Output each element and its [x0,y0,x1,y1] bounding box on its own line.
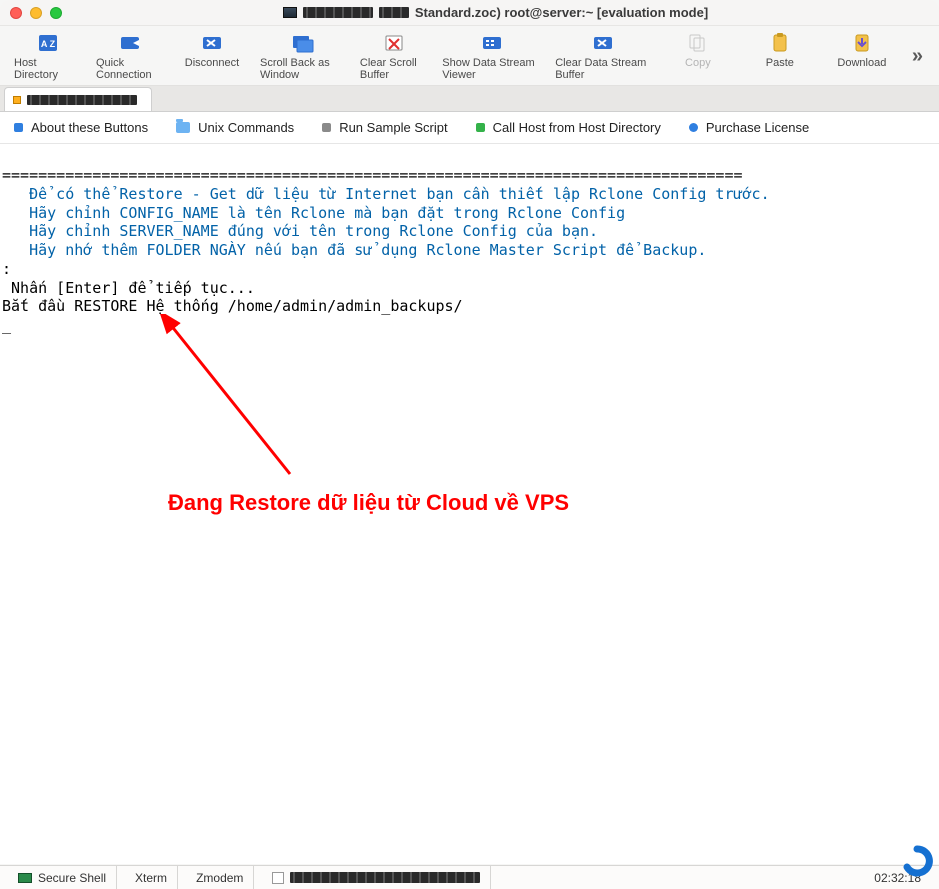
tab-strip [0,86,939,112]
terminal-line: Để có thể Restore - Get dữ liệu từ Inter… [0,185,939,260]
tab-status-icon [13,96,21,104]
status-shell[interactable]: Secure Shell [8,866,117,889]
host-directory-button[interactable]: A Z Host Directory [8,30,88,83]
scroll-back-button[interactable]: Scroll Back as Window [254,30,352,83]
download-button[interactable]: Download [822,30,902,71]
toolbar-label: Copy [685,57,711,69]
toolbar-label: Clear Scroll Buffer [360,57,428,81]
bullet-icon [322,123,331,132]
status-checkbox[interactable] [262,866,491,889]
monitor-icon [18,873,32,883]
toolbar-overflow-icon[interactable]: » [904,39,931,74]
purchase-license-link[interactable]: Purchase License [689,120,809,135]
terminal-rule: ========================================… [0,166,939,185]
obscured-text [290,872,480,883]
close-icon[interactable] [10,7,22,19]
about-buttons-link[interactable]: About these Buttons [14,120,148,135]
window-controls [10,7,62,19]
status-label: Secure Shell [38,871,106,885]
clear-scroll-button[interactable]: Clear Scroll Buffer [354,30,434,83]
toolbar-label: Scroll Back as Window [260,57,346,81]
download-icon [848,32,876,54]
quicklink-label: Run Sample Script [339,120,447,135]
toolbar-label: Quick Connection [96,57,164,81]
toolbar-label: Paste [766,57,794,69]
bullet-icon [476,123,485,132]
quicklink-label: Call Host from Host Directory [493,120,661,135]
annotation-text: Đang Restore dữ liệu từ Cloud về VPS [168,489,569,517]
session-tab[interactable] [4,87,152,111]
quicklink-label: Unix Commands [198,120,294,135]
quick-connection-icon [116,32,144,54]
show-data-stream-icon [478,32,506,54]
clear-data-stream-icon [589,32,617,54]
disconnect-button[interactable]: Disconnect [172,30,252,71]
minimize-icon[interactable] [30,7,42,19]
checkbox-icon [272,872,284,884]
quick-links-bar: About these Buttons Unix Commands Run Sa… [0,112,939,144]
paste-button[interactable]: Paste [740,30,820,71]
call-host-link[interactable]: Call Host from Host Directory [476,120,661,135]
run-sample-link[interactable]: Run Sample Script [322,120,447,135]
scroll-back-icon [289,32,317,54]
annotation-arrow-icon [150,314,330,494]
host-directory-icon: A Z [34,32,62,54]
show-data-stream-button[interactable]: Show Data Stream Viewer [436,30,547,83]
unix-commands-link[interactable]: Unix Commands [176,120,294,135]
quicklink-label: About these Buttons [31,120,148,135]
copy-icon [684,32,712,54]
toolbar-label: Show Data Stream Viewer [442,57,541,81]
copy-button[interactable]: Copy [658,30,738,71]
disconnect-icon [198,32,226,54]
clear-data-stream-button[interactable]: Clear Data Stream Buffer [549,30,656,83]
status-label: Zmodem [196,871,243,885]
status-label: Xterm [135,871,167,885]
title-text: Standard.zoc) root@server:~ [evaluation … [415,5,708,20]
toolbar: A Z Host Directory Quick Connection Disc… [0,26,939,86]
toolbar-label: Host Directory [14,57,82,81]
status-bar: Secure Shell Xterm Zmodem 02:32:18 [0,865,939,889]
obscured-text [27,95,137,105]
zoom-icon[interactable] [50,7,62,19]
terminal[interactable]: ========================================… [0,144,939,864]
quicklink-label: Purchase License [706,120,809,135]
brand-logo-icon [901,845,933,885]
toolbar-label: Disconnect [185,57,239,69]
status-protocol[interactable]: Zmodem [186,866,254,889]
toolbar-label: Download [837,57,886,69]
status-termtype[interactable]: Xterm [125,866,178,889]
toolbar-label: Clear Data Stream Buffer [555,57,650,81]
window-title: Standard.zoc) root@server:~ [evaluation … [62,5,929,20]
obscured-text [303,7,373,18]
quick-connection-button[interactable]: Quick Connection [90,30,170,83]
clear-scroll-icon [380,32,408,54]
folder-icon [176,122,190,133]
bullet-icon [689,123,698,132]
bullet-icon [14,123,23,132]
svg-text:A Z: A Z [41,39,56,49]
paste-icon [766,32,794,54]
titlebar: Standard.zoc) root@server:~ [evaluation … [0,0,939,26]
app-icon [283,7,297,18]
terminal-line: : Nhấn [Enter] để tiếp tục... Bắt đầu RE… [0,260,939,335]
obscured-text [379,7,409,18]
